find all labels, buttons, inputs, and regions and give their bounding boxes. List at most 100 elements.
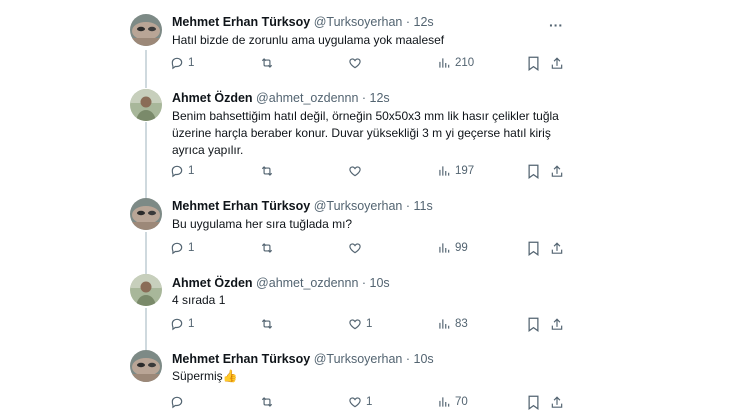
like-button[interactable] <box>348 164 366 178</box>
reply-icon <box>170 241 184 255</box>
views-button[interactable]: 197 <box>437 164 474 178</box>
tweet-text: Benim bahsettiğim hatıl değil, örneğin 5… <box>172 109 559 157</box>
avatar[interactable] <box>130 274 162 306</box>
retweet-button[interactable] <box>260 164 278 178</box>
like-button[interactable] <box>348 56 366 70</box>
separator-dot: · <box>361 91 367 105</box>
timestamp[interactable]: 10s <box>370 276 390 290</box>
reply-icon <box>170 317 184 331</box>
thread-line <box>145 122 147 198</box>
author-name[interactable]: Ahmet Özden <box>172 91 253 105</box>
bookmark-icon[interactable] <box>527 241 540 261</box>
share-icon[interactable] <box>550 164 564 184</box>
heart-icon <box>348 241 362 255</box>
views-icon <box>437 241 451 255</box>
thread-line <box>145 50 147 88</box>
timestamp[interactable]: 12s <box>370 91 390 105</box>
tweet-text: Hatıl bizde de zorunlu ama uygulama yok … <box>172 33 445 47</box>
views-count: 197 <box>455 165 475 177</box>
thread-line <box>145 232 147 274</box>
like-button[interactable]: 1 <box>348 317 372 331</box>
author-name[interactable]: Mehmet Erhan Türksoy <box>172 15 310 29</box>
author-handle[interactable]: @ahmet_ozdennn <box>256 91 358 105</box>
heart-icon <box>348 164 362 178</box>
bookmark-icon[interactable] <box>527 317 540 337</box>
heart-icon <box>348 56 362 70</box>
share-icon[interactable] <box>550 317 564 337</box>
views-count: 70 <box>455 396 468 408</box>
views-count: 83 <box>455 318 468 330</box>
reply-count: 1 <box>188 318 195 330</box>
like-button[interactable]: 1 <box>348 395 372 409</box>
bookmark-icon[interactable] <box>527 56 540 76</box>
share-icon[interactable] <box>550 395 564 415</box>
author-handle[interactable]: @Turksoyerhan <box>314 15 403 29</box>
author-name[interactable]: Mehmet Erhan Türksoy <box>172 352 310 366</box>
like-count: 1 <box>366 396 373 408</box>
avatar[interactable] <box>130 89 162 121</box>
like-count: 1 <box>366 318 373 330</box>
heart-icon <box>348 395 362 409</box>
like-button[interactable] <box>348 241 366 255</box>
tweet-header: Mehmet Erhan Türksoy @Turksoyerhan · 12s <box>172 15 434 29</box>
retweet-button[interactable] <box>260 56 278 70</box>
bookmark-icon[interactable] <box>527 164 540 184</box>
views-button[interactable]: 99 <box>437 241 468 255</box>
timestamp[interactable]: 11s <box>414 199 433 213</box>
reply-count: 1 <box>188 57 195 69</box>
avatar[interactable] <box>130 198 162 230</box>
tweet-header: Ahmet Özden @ahmet_ozdennn · 10s <box>172 276 390 290</box>
views-count: 99 <box>455 242 468 254</box>
retweet-icon <box>260 395 274 409</box>
reply-icon <box>170 395 184 409</box>
retweet-icon <box>260 241 274 255</box>
tweet-header: Mehmet Erhan Türksoy @Turksoyerhan · 10s <box>172 352 434 366</box>
reply-button[interactable]: 1 <box>170 164 194 178</box>
tweet-header: Mehmet Erhan Türksoy @Turksoyerhan · 11s <box>172 199 433 213</box>
share-icon[interactable] <box>550 56 564 76</box>
retweet-icon <box>260 164 274 178</box>
tweet-text: 4 sırada 1 <box>172 293 226 307</box>
separator-dot: · <box>405 15 411 29</box>
timestamp[interactable]: 10s <box>414 352 434 366</box>
tweet-text: Bu uygulama her sıra tuğlada mı? <box>172 217 353 231</box>
author-name[interactable]: Ahmet Özden <box>172 276 253 290</box>
author-name[interactable]: Mehmet Erhan Türksoy <box>172 199 310 213</box>
separator-dot: · <box>405 199 411 213</box>
views-button[interactable]: 70 <box>437 395 468 409</box>
more-options-icon[interactable]: ··· <box>549 18 563 32</box>
author-handle[interactable]: @Turksoyerhan <box>314 199 403 213</box>
author-handle[interactable]: @ahmet_ozdennn <box>256 276 358 290</box>
reply-count: 1 <box>188 242 195 254</box>
retweet-button[interactable] <box>260 317 278 331</box>
views-icon <box>437 395 451 409</box>
heart-icon <box>348 317 362 331</box>
avatar[interactable] <box>130 14 162 46</box>
bookmark-icon[interactable] <box>527 395 540 415</box>
retweet-icon <box>260 56 274 70</box>
reply-button[interactable]: 1 <box>170 317 194 331</box>
reply-button[interactable]: 1 <box>170 56 194 70</box>
retweet-button[interactable] <box>260 241 278 255</box>
reply-icon <box>170 56 184 70</box>
tweet-text: Süpermiş👍 <box>172 369 238 383</box>
reply-button[interactable]: 1 <box>170 241 194 255</box>
retweet-button[interactable] <box>260 395 278 409</box>
separator-dot: · <box>361 276 367 290</box>
views-icon <box>437 317 451 331</box>
retweet-icon <box>260 317 274 331</box>
avatar[interactable] <box>130 350 162 382</box>
views-button[interactable]: 210 <box>437 56 474 70</box>
views-count: 210 <box>455 57 475 69</box>
separator-dot: · <box>405 352 411 366</box>
thread-line <box>145 308 147 350</box>
reply-icon <box>170 164 184 178</box>
timestamp[interactable]: 12s <box>414 15 434 29</box>
author-handle[interactable]: @Turksoyerhan <box>314 352 403 366</box>
reply-button[interactable] <box>170 395 188 409</box>
views-button[interactable]: 83 <box>437 317 468 331</box>
views-icon <box>437 164 451 178</box>
reply-count: 1 <box>188 165 195 177</box>
share-icon[interactable] <box>550 241 564 261</box>
tweet-header: Ahmet Özden @ahmet_ozdennn · 12s <box>172 91 390 105</box>
